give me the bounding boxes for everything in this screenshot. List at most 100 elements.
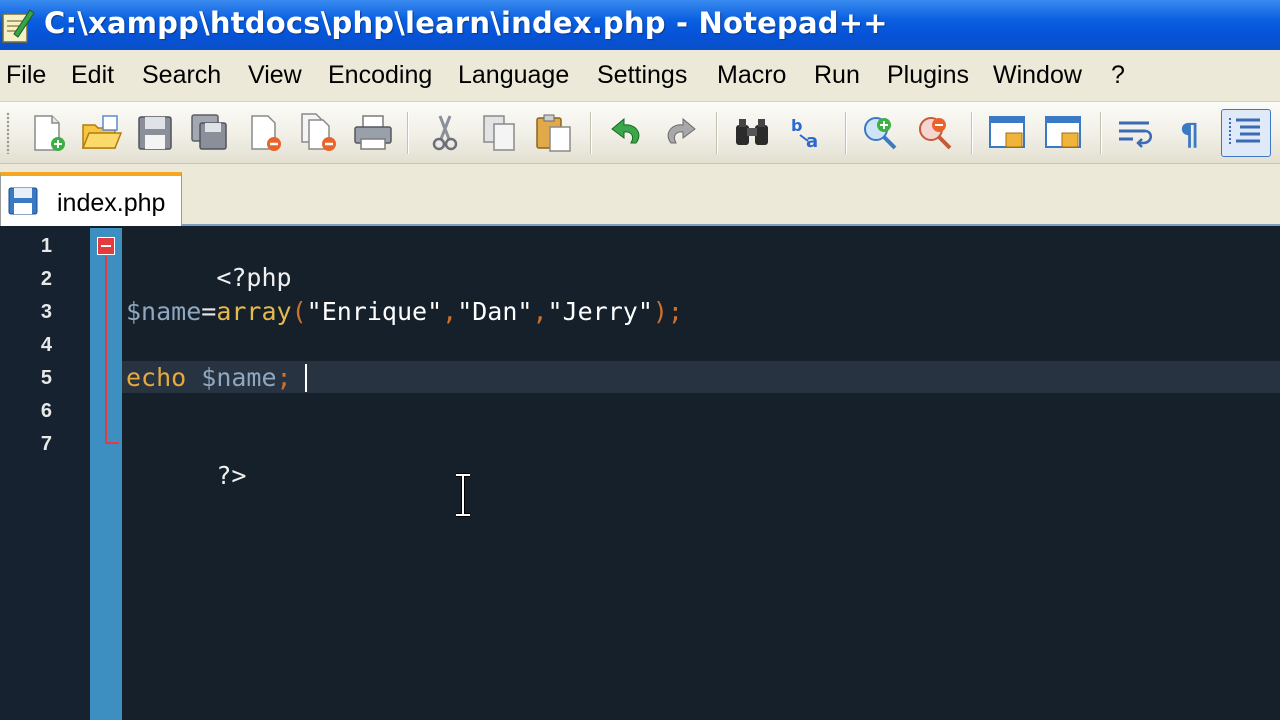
ibeam-cursor-icon: [456, 473, 470, 517]
string-token: "Enrique": [306, 297, 443, 326]
menu-settings[interactable]: Settings: [597, 61, 687, 90]
title-bar[interactable]: C:\xampp\htdocs\php\learn\index.php - No…: [0, 0, 1280, 50]
string-token: "Jerry": [547, 297, 653, 326]
cut-button[interactable]: [423, 111, 467, 155]
replace-button[interactable]: b a: [786, 111, 830, 155]
current-line-highlight: [122, 361, 1280, 393]
line-number: 4: [40, 334, 52, 356]
keyword-token: echo: [126, 363, 187, 392]
print-icon: [354, 115, 392, 150]
tab-bar: index.php: [0, 164, 1280, 226]
variable-token: $name: [126, 297, 202, 326]
close-all-button[interactable]: [298, 111, 342, 155]
indent-guide-button[interactable]: [1221, 109, 1271, 157]
copy-icon: [483, 115, 515, 151]
fold-line: [105, 256, 107, 442]
new-file-button[interactable]: [26, 111, 70, 155]
toolbar-separator: [407, 112, 409, 154]
toolbar-separator: [971, 112, 973, 154]
code-editor[interactable]: 1 2 3 4 5 6 7 <?php $name=array("Enrique…: [0, 228, 1280, 720]
line-number: 5: [40, 367, 52, 389]
menu-view[interactable]: View: [248, 61, 302, 90]
php-close-tag: ?>: [216, 461, 247, 490]
line-number-gutter: 1 2 3 4 5 6 7: [0, 228, 90, 720]
code-line-3: $name=array("Enrique","Dan","Jerry");: [126, 296, 683, 328]
zoom-out-icon: [919, 117, 952, 150]
word-wrap-button[interactable]: [1113, 111, 1157, 155]
toolbar: b a ¶: [0, 102, 1280, 164]
redo-icon: [667, 117, 696, 144]
code-text-area[interactable]: <?php $name=array("Enrique","Dan","Jerry…: [122, 228, 1280, 720]
line-number: 1: [40, 235, 52, 257]
copy-button[interactable]: [478, 111, 522, 155]
notepad-plus-plus-icon: [2, 9, 35, 43]
line-number: 7: [40, 433, 52, 455]
svg-text:¶: ¶: [1180, 118, 1199, 153]
menu-encoding[interactable]: Encoding: [328, 61, 432, 90]
save-all-button[interactable]: [188, 111, 232, 155]
menu-macro[interactable]: Macro: [717, 61, 786, 90]
save-all-icon: [191, 114, 227, 150]
text-caret: [305, 364, 307, 392]
undo-button[interactable]: [604, 111, 648, 155]
fold-toggle-icon[interactable]: [97, 237, 115, 255]
sync-horizontal-button[interactable]: [1042, 111, 1086, 155]
comma-token: ,: [532, 297, 548, 326]
menu-plugins[interactable]: Plugins: [887, 61, 969, 90]
line-number: 2: [40, 268, 52, 290]
close-icon: [251, 115, 281, 151]
code-line-1: <?php: [126, 230, 291, 292]
indent-guide-icon: [1229, 118, 1260, 146]
toolbar-separator: [845, 112, 847, 154]
find-button[interactable]: [730, 111, 774, 155]
show-all-characters-button[interactable]: ¶: [1168, 111, 1212, 155]
saved-file-icon: [8, 187, 38, 215]
tab-label: index.php: [57, 189, 166, 217]
cut-icon: [432, 115, 458, 151]
toolbar-separator: [590, 112, 592, 154]
toolbar-separator: [716, 112, 718, 154]
redo-button[interactable]: [659, 111, 703, 155]
open-file-icon: [81, 115, 123, 149]
menu-edit[interactable]: Edit: [71, 61, 114, 90]
find-icon: [736, 119, 768, 145]
menu-search[interactable]: Search: [142, 61, 221, 90]
close-token: );: [652, 297, 683, 326]
paste-icon: [536, 114, 571, 152]
operator-token: =: [201, 297, 217, 326]
word-wrap-icon: [1119, 121, 1152, 148]
menu-help[interactable]: ?: [1111, 61, 1125, 90]
window-title: C:\xampp\htdocs\php\learn\index.php - No…: [44, 6, 888, 40]
tab-index-php[interactable]: index.php: [0, 172, 182, 226]
string-token: "Dan": [457, 297, 533, 326]
undo-icon: [611, 117, 640, 144]
menu-run[interactable]: Run: [814, 61, 860, 90]
zoom-in-icon: [864, 117, 897, 150]
save-icon: [138, 116, 172, 150]
zoom-out-button[interactable]: [913, 111, 957, 155]
toolbar-grip[interactable]: [6, 112, 10, 154]
print-button[interactable]: [351, 111, 395, 155]
fold-end-marker: [105, 442, 119, 444]
svg-text:b: b: [791, 116, 802, 135]
variable-token: $name: [186, 363, 277, 392]
menu-bar: File Edit Search View Encoding Language …: [0, 50, 1280, 102]
paren-token: (: [291, 297, 307, 326]
php-open-tag: <?php: [216, 263, 292, 292]
close-all-icon: [301, 113, 336, 151]
sync-horizontal-icon: [1045, 116, 1081, 148]
sync-vertical-button[interactable]: [986, 111, 1030, 155]
menu-language[interactable]: Language: [458, 61, 569, 90]
menu-window[interactable]: Window: [993, 61, 1082, 90]
svg-text:a: a: [806, 131, 818, 152]
comma-token: ,: [442, 297, 458, 326]
menu-file[interactable]: File: [6, 61, 46, 90]
paste-button[interactable]: [532, 111, 576, 155]
function-token: array: [216, 297, 292, 326]
save-button[interactable]: [133, 111, 177, 155]
open-file-button[interactable]: [79, 111, 123, 155]
zoom-in-button[interactable]: [858, 111, 902, 155]
replace-icon: b a: [791, 116, 818, 152]
line-number: 6: [40, 400, 52, 422]
close-button[interactable]: [244, 111, 288, 155]
